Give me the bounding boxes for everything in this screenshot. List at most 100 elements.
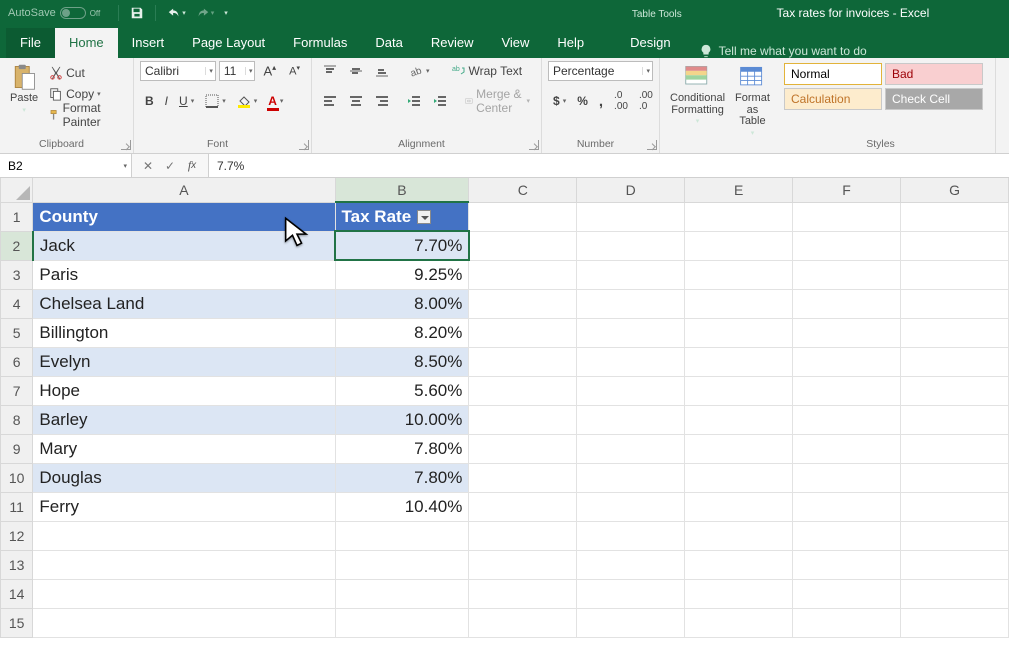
cell-D15[interactable] bbox=[577, 608, 685, 637]
shrink-font-button[interactable]: A▾ bbox=[284, 61, 305, 81]
select-all-corner[interactable] bbox=[1, 178, 33, 202]
cell-E12[interactable] bbox=[685, 521, 793, 550]
cell-B12[interactable] bbox=[335, 521, 469, 550]
cell-E15[interactable] bbox=[685, 608, 793, 637]
cell-C13[interactable] bbox=[469, 550, 577, 579]
cell-E6[interactable] bbox=[685, 347, 793, 376]
cell-E4[interactable] bbox=[685, 289, 793, 318]
cell-B7[interactable]: 5.60% bbox=[335, 376, 469, 405]
worksheet-grid[interactable]: ABCDEFG1CountyTax Rate2Jack7.70%3Paris9.… bbox=[0, 178, 1009, 661]
cell-G6[interactable] bbox=[901, 347, 1009, 376]
cell-B9[interactable]: 7.80% bbox=[335, 434, 469, 463]
cell-E5[interactable] bbox=[685, 318, 793, 347]
cell-F1[interactable] bbox=[793, 202, 901, 231]
cell-E9[interactable] bbox=[685, 434, 793, 463]
cell-B3[interactable]: 9.25% bbox=[335, 260, 469, 289]
format-painter-button[interactable]: Format Painter bbox=[44, 105, 127, 125]
cell-A12[interactable] bbox=[33, 521, 335, 550]
cell-D9[interactable] bbox=[577, 434, 685, 463]
align-top-button[interactable] bbox=[318, 61, 342, 81]
cell-C10[interactable] bbox=[469, 463, 577, 492]
cell-B14[interactable] bbox=[335, 579, 469, 608]
cell-C12[interactable] bbox=[469, 521, 577, 550]
cell-A14[interactable] bbox=[33, 579, 335, 608]
align-left-button[interactable] bbox=[318, 91, 342, 111]
cell-C6[interactable] bbox=[469, 347, 577, 376]
merge-center-button[interactable]: Merge & Center▾ bbox=[460, 91, 535, 111]
cell-E7[interactable] bbox=[685, 376, 793, 405]
cell-E11[interactable] bbox=[685, 492, 793, 521]
align-bottom-button[interactable] bbox=[370, 61, 394, 81]
cell-D11[interactable] bbox=[577, 492, 685, 521]
autosave-toggle[interactable]: AutoSave Off bbox=[0, 7, 108, 19]
bold-button[interactable]: B bbox=[140, 91, 159, 111]
fill-color-button[interactable]: ▾ bbox=[232, 91, 263, 111]
cell-B15[interactable] bbox=[335, 608, 469, 637]
row-header-11[interactable]: 11 bbox=[1, 492, 33, 521]
cell-G3[interactable] bbox=[901, 260, 1009, 289]
cell-E13[interactable] bbox=[685, 550, 793, 579]
align-middle-button[interactable] bbox=[344, 61, 368, 81]
cell-C8[interactable] bbox=[469, 405, 577, 434]
row-header-12[interactable]: 12 bbox=[1, 521, 33, 550]
align-right-button[interactable] bbox=[370, 91, 394, 111]
cell-D2[interactable] bbox=[577, 231, 685, 260]
style-check-cell[interactable]: Check Cell bbox=[885, 88, 983, 110]
cell-E10[interactable] bbox=[685, 463, 793, 492]
tab-view[interactable]: View bbox=[487, 28, 543, 58]
filter-dropdown-icon[interactable] bbox=[417, 210, 431, 224]
tab-data[interactable]: Data bbox=[361, 28, 416, 58]
cell-B11[interactable]: 10.40% bbox=[335, 492, 469, 521]
cell-G12[interactable] bbox=[901, 521, 1009, 550]
col-header-A[interactable]: A bbox=[33, 178, 335, 202]
cell-G13[interactable] bbox=[901, 550, 1009, 579]
increase-indent-button[interactable] bbox=[428, 91, 452, 111]
percent-format-button[interactable]: % bbox=[572, 91, 593, 111]
cell-C9[interactable] bbox=[469, 434, 577, 463]
cell-B6[interactable]: 8.50% bbox=[335, 347, 469, 376]
name-box[interactable]: B2 ▾ bbox=[0, 154, 132, 177]
cell-D6[interactable] bbox=[577, 347, 685, 376]
cell-E1[interactable] bbox=[685, 202, 793, 231]
cell-G14[interactable] bbox=[901, 579, 1009, 608]
cell-F9[interactable] bbox=[793, 434, 901, 463]
cell-C5[interactable] bbox=[469, 318, 577, 347]
decrease-decimal-button[interactable]: .00.0 bbox=[634, 91, 658, 111]
cell-E2[interactable] bbox=[685, 231, 793, 260]
comma-format-button[interactable]: , bbox=[594, 91, 608, 111]
cell-B1[interactable]: Tax Rate bbox=[335, 202, 469, 231]
style-normal[interactable]: Normal bbox=[784, 63, 882, 85]
cell-B5[interactable]: 8.20% bbox=[335, 318, 469, 347]
borders-button[interactable]: ▾ bbox=[200, 91, 231, 111]
cell-A7[interactable]: Hope bbox=[33, 376, 335, 405]
cell-A10[interactable]: Douglas bbox=[33, 463, 335, 492]
underline-button[interactable]: U▾ bbox=[174, 91, 199, 111]
cell-F4[interactable] bbox=[793, 289, 901, 318]
cell-F8[interactable] bbox=[793, 405, 901, 434]
tell-me-search[interactable]: Tell me what you want to do bbox=[685, 44, 1009, 58]
paste-button[interactable]: Paste▾ bbox=[6, 61, 42, 114]
style-calculation[interactable]: Calculation bbox=[784, 88, 882, 110]
cell-G2[interactable] bbox=[901, 231, 1009, 260]
wrap-text-button[interactable]: abWrap Text bbox=[447, 61, 528, 81]
cell-F3[interactable] bbox=[793, 260, 901, 289]
cell-F7[interactable] bbox=[793, 376, 901, 405]
cell-F6[interactable] bbox=[793, 347, 901, 376]
cell-G10[interactable] bbox=[901, 463, 1009, 492]
italic-button[interactable]: I bbox=[160, 91, 173, 111]
font-name-combo[interactable]: Calibri▾ bbox=[140, 61, 216, 81]
cell-D10[interactable] bbox=[577, 463, 685, 492]
cell-G15[interactable] bbox=[901, 608, 1009, 637]
cell-A9[interactable]: Mary bbox=[33, 434, 335, 463]
col-header-G[interactable]: G bbox=[901, 178, 1009, 202]
conditional-formatting-button[interactable]: Conditional Formatting▾ bbox=[666, 61, 729, 125]
cell-A13[interactable] bbox=[33, 550, 335, 579]
cell-G7[interactable] bbox=[901, 376, 1009, 405]
col-header-E[interactable]: E bbox=[685, 178, 793, 202]
cell-D12[interactable] bbox=[577, 521, 685, 550]
tab-page-layout[interactable]: Page Layout bbox=[178, 28, 279, 58]
row-header-1[interactable]: 1 bbox=[1, 202, 33, 231]
cell-D13[interactable] bbox=[577, 550, 685, 579]
row-header-5[interactable]: 5 bbox=[1, 318, 33, 347]
tab-design[interactable]: Design bbox=[616, 28, 684, 58]
